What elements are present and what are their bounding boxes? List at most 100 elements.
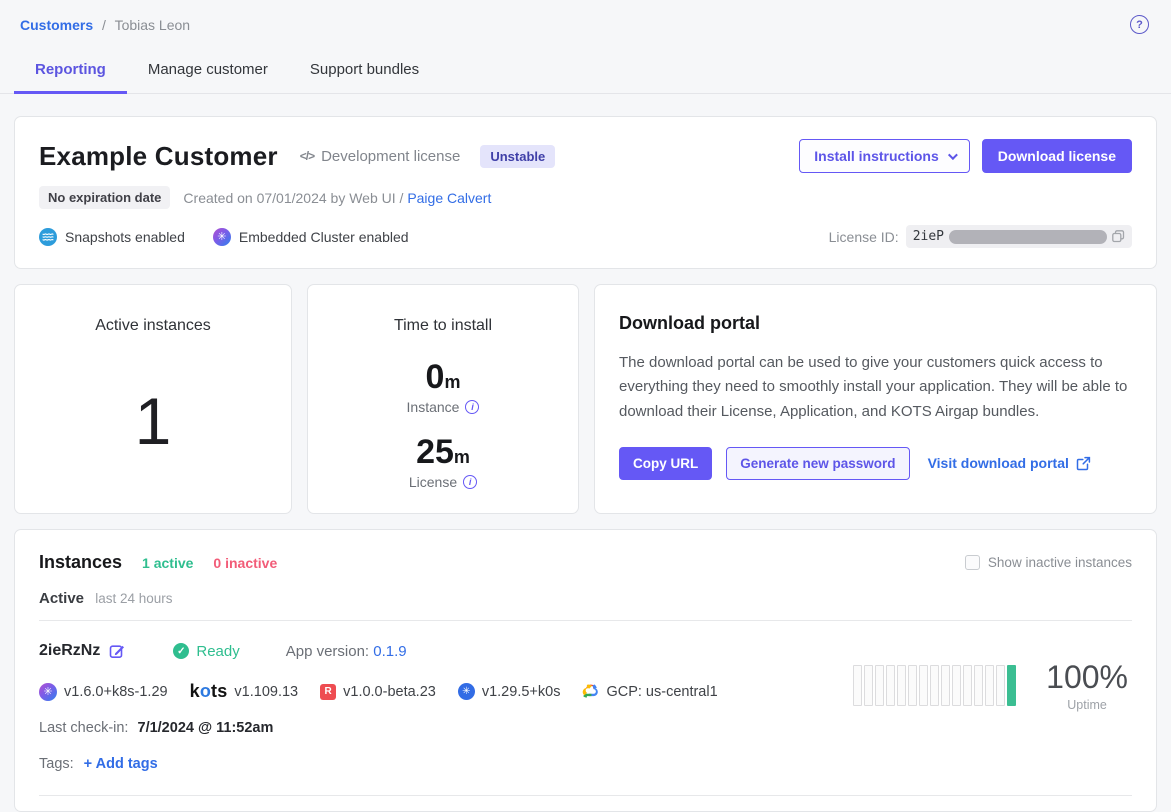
license-install-label: License [409, 474, 457, 490]
app-version-label: App version: [286, 643, 369, 660]
help-icon[interactable]: ? [1130, 15, 1149, 34]
uptime-value: 100% [1046, 659, 1128, 696]
expiration-badge: No expiration date [39, 186, 170, 209]
version-gcp: GCP: us-central1 [582, 683, 717, 700]
kots-logo-icon: kots [190, 681, 228, 702]
download-license-button[interactable]: Download license [982, 139, 1132, 173]
active-section-header: Active last 24 hours [39, 590, 1132, 607]
uptime-bar [897, 665, 906, 706]
channel-badge: Unstable [480, 145, 555, 168]
license-install-value: 25 [416, 433, 454, 471]
uptime-bar [952, 665, 961, 706]
embedded-cluster-icon: ✳ [213, 228, 231, 246]
install-instructions-button[interactable]: Install instructions [799, 139, 969, 173]
active-instances-title: Active instances [39, 317, 267, 335]
uptime-bar [875, 665, 884, 706]
uptime-block: 100% Uptime [853, 659, 1128, 712]
edit-icon[interactable] [109, 643, 125, 659]
active-section-label: Active [39, 590, 84, 607]
breadcrumb-customers-link[interactable]: Customers [20, 17, 93, 33]
tab-reporting[interactable]: Reporting [14, 48, 127, 93]
snapshots-icon [39, 228, 57, 246]
visit-download-portal-link[interactable]: Visit download portal [928, 455, 1091, 471]
instance-install-time: 0m [332, 358, 554, 397]
version-label: v1.6.0+k8s-1.29 [64, 684, 168, 700]
code-icon: </> [300, 149, 314, 163]
gcp-icon [582, 683, 599, 700]
active-instances-card: Active instances 1 [14, 284, 292, 514]
uptime-bar [886, 665, 895, 706]
generate-password-button[interactable]: Generate new password [726, 447, 909, 480]
uptime-bar [908, 665, 917, 706]
copy-url-button[interactable]: Copy URL [619, 447, 712, 480]
version-embedded-cluster: ✳ v1.6.0+k8s-1.29 [39, 683, 168, 701]
created-by-link[interactable]: Paige Calvert [407, 190, 491, 206]
tab-support-bundles[interactable]: Support bundles [289, 48, 440, 93]
uptime-label: Uptime [1067, 698, 1107, 712]
check-icon: ✓ [173, 643, 189, 659]
inactive-count: 0 inactive [213, 555, 277, 571]
version-label: v1.109.13 [234, 684, 298, 700]
license-install-unit: m [454, 447, 470, 467]
last-checkin: Last check-in: 7/1/2024 @ 11:52am [39, 720, 1132, 736]
uptime-bar [974, 665, 983, 706]
license-type: </> Development license [300, 148, 461, 165]
tags-row: Tags: + Add tags [39, 756, 1132, 772]
version-replicated: R v1.0.0-beta.23 [320, 684, 436, 700]
active-instances-value: 1 [39, 383, 267, 459]
created-text: Created on 07/01/2024 by Web UI / Paige … [183, 190, 491, 206]
instance-id: 2ieRzNz [39, 642, 100, 660]
download-portal-title: Download portal [619, 313, 1132, 334]
show-inactive-toggle[interactable]: Show inactive instances [965, 555, 1132, 570]
feature-snapshots-label: Snapshots enabled [65, 229, 185, 245]
license-install-time: 25m [332, 433, 554, 472]
embedded-cluster-icon: ✳ [39, 683, 57, 701]
instance-install-value: 0 [426, 358, 445, 396]
instances-card: Instances 1 active 0 inactive Show inact… [14, 529, 1157, 812]
uptime-bar [985, 665, 994, 706]
external-link-icon [1076, 456, 1091, 471]
uptime-bar [853, 665, 862, 706]
download-portal-card: Download portal The download portal can … [594, 284, 1157, 514]
time-to-install-title: Time to install [332, 317, 554, 335]
top-bar: Customers / Tobias Leon ? [0, 0, 1171, 40]
visit-download-portal-label: Visit download portal [928, 455, 1069, 471]
tab-bar: Reporting Manage customer Support bundle… [0, 48, 1171, 94]
add-tags-link[interactable]: + Add tags [84, 756, 158, 772]
app-version: App version: 0.1.9 [286, 643, 407, 660]
active-section-sublabel: last 24 hours [95, 591, 172, 606]
show-inactive-checkbox[interactable] [965, 555, 980, 570]
instances-title: Instances [39, 552, 122, 573]
version-kubernetes: ✳ v1.29.5+k0s [458, 683, 561, 700]
app-version-link[interactable]: 0.1.9 [373, 643, 406, 660]
tab-manage-customer[interactable]: Manage customer [127, 48, 289, 93]
instance-status: ✓ Ready [173, 643, 239, 660]
version-label: v1.0.0-beta.23 [343, 684, 436, 700]
chevron-down-icon [948, 150, 958, 160]
uptime-bar [996, 665, 1005, 706]
info-icon[interactable]: i [465, 400, 479, 414]
version-kots: kots v1.109.13 [190, 681, 299, 702]
license-type-label: Development license [321, 148, 460, 165]
customer-name: Example Customer [39, 141, 278, 172]
feature-embedded-cluster-label: Embedded Cluster enabled [239, 229, 409, 245]
replicated-icon: R [320, 684, 336, 700]
main-content: Example Customer </> Development license… [0, 116, 1171, 812]
license-install-label-row: License i [332, 474, 554, 490]
instance-status-label: Ready [196, 643, 239, 660]
copy-icon[interactable] [1112, 230, 1125, 243]
feature-snapshots: Snapshots enabled [39, 228, 185, 246]
info-icon[interactable]: i [463, 475, 477, 489]
uptime-bar [919, 665, 928, 706]
uptime-bar [930, 665, 939, 706]
last-checkin-label: Last check-in: [39, 720, 128, 736]
license-id-redacted [949, 230, 1107, 244]
created-text-static: Created on 07/01/2024 by Web UI / [183, 190, 403, 206]
license-id-label: License ID: [829, 229, 899, 245]
license-id-prefix: 2ieP [913, 229, 944, 244]
feature-embedded-cluster: ✳ Embedded Cluster enabled [213, 228, 409, 246]
time-to-install-card: Time to install 0m Instance i 25m Licens… [307, 284, 579, 514]
uptime-bar [864, 665, 873, 706]
show-inactive-label: Show inactive instances [988, 555, 1132, 570]
uptime-bar [963, 665, 972, 706]
